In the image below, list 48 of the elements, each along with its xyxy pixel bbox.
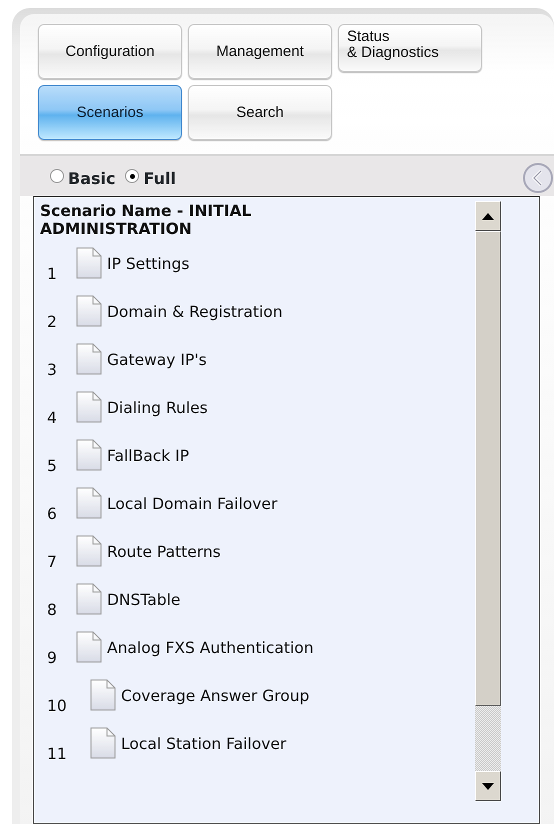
step-number: 10 bbox=[46, 696, 68, 718]
document-icon bbox=[90, 726, 116, 759]
step-number: 3 bbox=[46, 360, 58, 382]
step-link[interactable]: Route Patterns bbox=[107, 541, 221, 565]
document-icon bbox=[76, 390, 102, 423]
nav-button[interactable]: Search bbox=[188, 85, 332, 140]
radio-button[interactable] bbox=[125, 169, 140, 183]
step-link[interactable]: IP Settings bbox=[107, 253, 190, 277]
step-link[interactable]: Coverage Answer Group bbox=[121, 685, 310, 709]
step-link[interactable]: Local Domain Failover bbox=[107, 493, 278, 517]
step-link[interactable]: DNSTable bbox=[107, 589, 180, 613]
document-icon bbox=[90, 678, 116, 711]
step-number: 2 bbox=[46, 312, 58, 334]
step-number: 1 bbox=[46, 264, 58, 286]
radio-label[interactable]: Full bbox=[143, 167, 176, 191]
document-icon bbox=[76, 534, 102, 567]
step-link[interactable]: Local Station Failover bbox=[121, 733, 286, 757]
nav-button[interactable]: Configuration bbox=[38, 24, 182, 79]
step-number: 5 bbox=[46, 456, 58, 478]
step-link[interactable]: Analog FXS Authentication bbox=[107, 637, 314, 661]
step-number: 11 bbox=[46, 744, 68, 766]
step-link[interactable]: FallBack IP bbox=[107, 445, 190, 469]
step-link[interactable]: Domain & Registration bbox=[107, 301, 283, 325]
document-icon bbox=[76, 294, 102, 327]
scroll-up-button[interactable] bbox=[475, 201, 501, 231]
step-number: 7 bbox=[46, 552, 58, 574]
scenario-title: Scenario Name - INITIAL ADMINISTRATION bbox=[40, 203, 252, 239]
nav-button[interactable]: Status & Diagnostics bbox=[338, 24, 482, 72]
radio-label[interactable]: Basic bbox=[68, 167, 116, 191]
step-link[interactable]: Dialing Rules bbox=[107, 397, 208, 421]
scrollbar-thumb[interactable] bbox=[475, 231, 501, 706]
document-icon bbox=[76, 486, 102, 519]
document-icon bbox=[76, 582, 102, 615]
document-icon bbox=[76, 246, 102, 279]
nav-button[interactable]: Management bbox=[188, 24, 332, 79]
document-icon bbox=[76, 342, 102, 375]
nav-button[interactable]: Scenarios bbox=[38, 85, 182, 140]
step-number: 6 bbox=[46, 504, 58, 526]
step-number: 4 bbox=[46, 408, 58, 430]
down-triangle-icon bbox=[482, 782, 494, 790]
up-triangle-icon bbox=[482, 212, 494, 220]
step-number: 9 bbox=[46, 648, 58, 670]
step-number: 8 bbox=[46, 600, 58, 622]
scroll-down-button[interactable] bbox=[475, 771, 501, 801]
document-icon bbox=[76, 438, 102, 471]
document-icon bbox=[76, 630, 102, 663]
step-link[interactable]: Gateway IP's bbox=[107, 349, 207, 373]
radio-button[interactable] bbox=[50, 169, 64, 183]
